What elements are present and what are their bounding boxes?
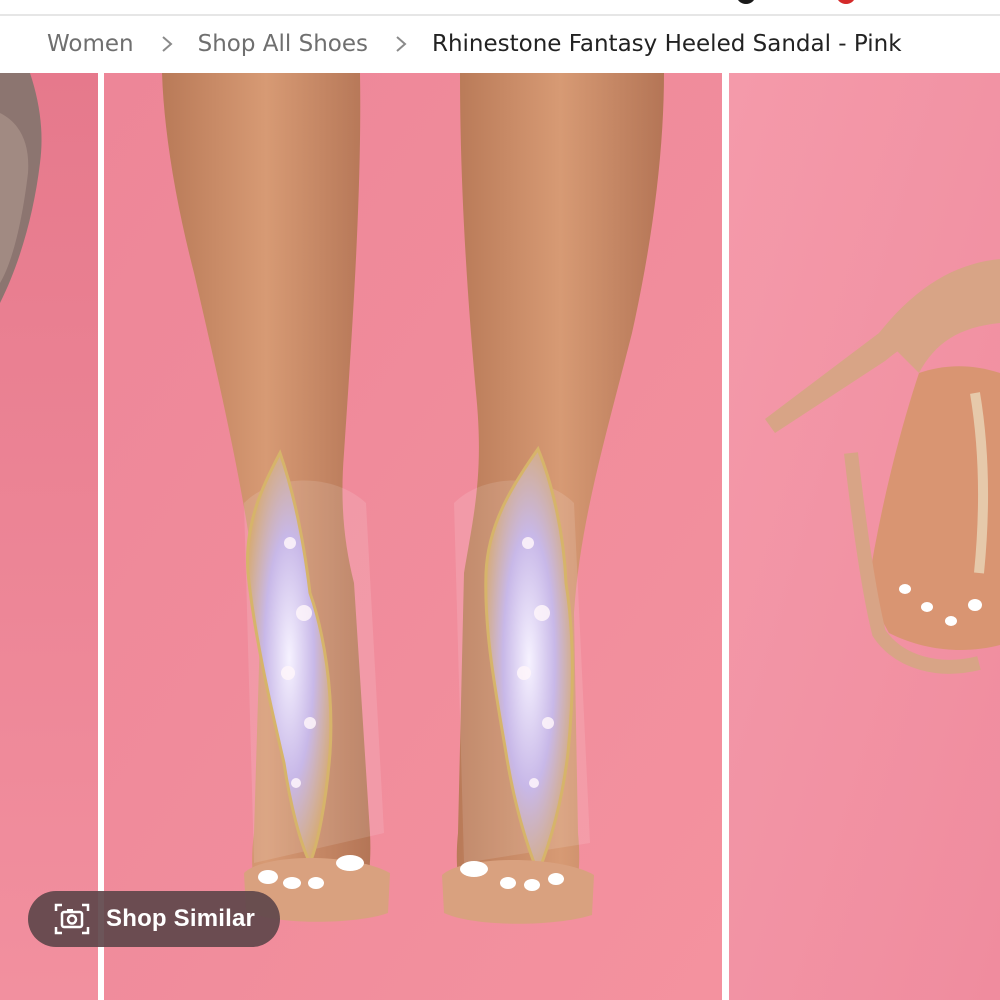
shop-similar-label: Shop Similar [106,905,256,932]
breadcrumb-item-women[interactable]: Women [47,31,134,57]
camera-icon [52,901,92,937]
breadcrumb: Women Shop All Shoes Rhinestone Fantasy … [0,16,1000,72]
front-view-image[interactable] [104,73,722,1000]
shop-similar-button[interactable]: Shop Similar [28,891,280,947]
header-icon-red[interactable] [836,0,856,4]
breadcrumb-item-shop-all-shoes[interactable]: Shop All Shoes [198,31,368,57]
side-view-image[interactable] [729,73,1000,1000]
header-icon-dark[interactable] [736,0,756,4]
breadcrumb-current-page: Rhinestone Fantasy Heeled Sandal - Pink [431,31,902,57]
chevron-right-icon [160,34,174,54]
product-image-gallery[interactable]: Shop Similar [0,73,1000,1000]
chevron-right-icon [394,34,408,54]
previous-product-image[interactable] [0,73,98,1000]
top-status-strip [0,0,1000,16]
